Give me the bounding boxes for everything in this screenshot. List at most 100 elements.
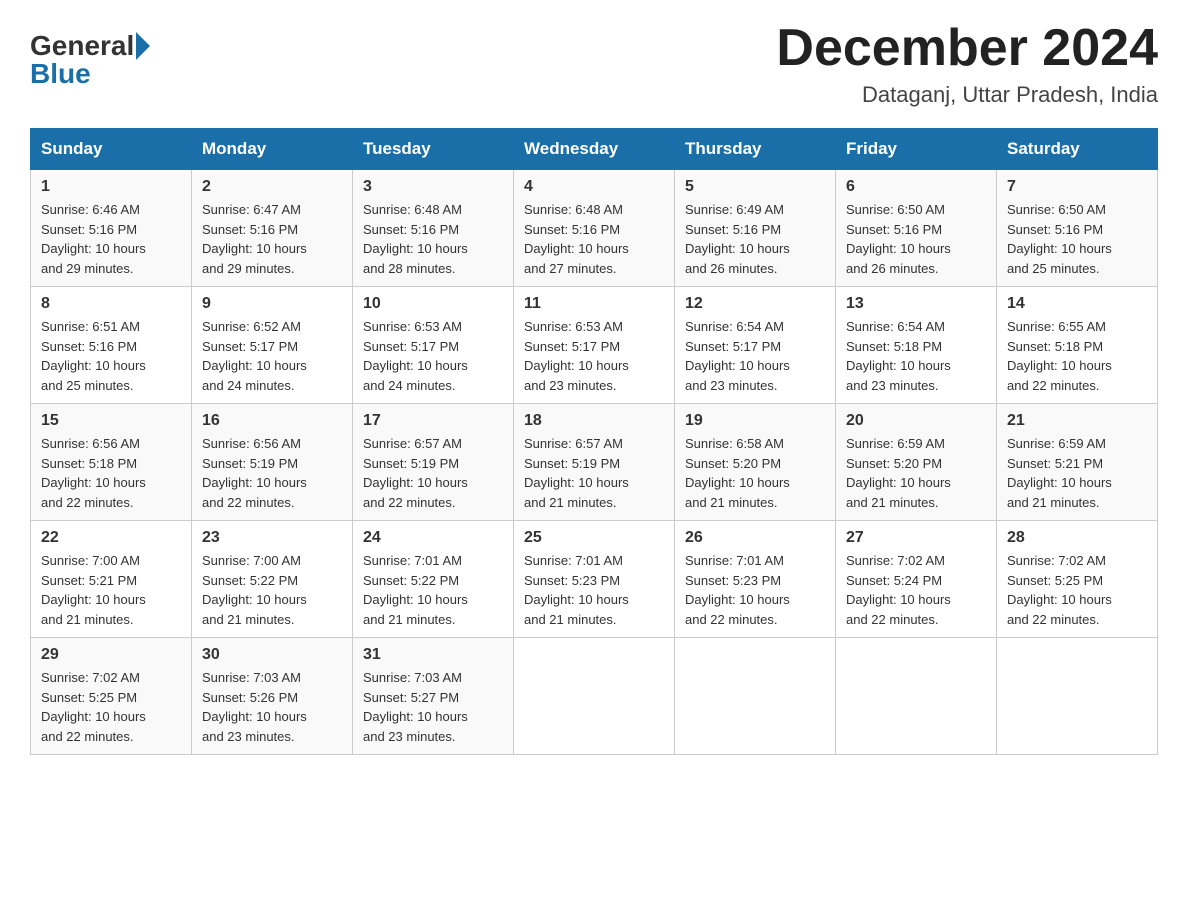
- week-row-2: 8 Sunrise: 6:51 AMSunset: 5:16 PMDaylight…: [31, 287, 1158, 404]
- day-detail: Sunrise: 7:03 AMSunset: 5:26 PMDaylight:…: [202, 668, 342, 746]
- header-tuesday: Tuesday: [353, 129, 514, 170]
- day-detail: Sunrise: 6:55 AMSunset: 5:18 PMDaylight:…: [1007, 317, 1147, 395]
- day-number: 4: [524, 178, 664, 196]
- calendar-cell: 2 Sunrise: 6:47 AMSunset: 5:16 PMDaylight…: [192, 170, 353, 287]
- day-number: 5: [685, 178, 825, 196]
- calendar-cell: 16 Sunrise: 6:56 AMSunset: 5:19 PMDayligh…: [192, 404, 353, 521]
- day-detail: Sunrise: 6:58 AMSunset: 5:20 PMDaylight:…: [685, 434, 825, 512]
- header-row: SundayMondayTuesdayWednesdayThursdayFrid…: [31, 129, 1158, 170]
- day-number: 22: [41, 529, 181, 547]
- calendar-cell: [997, 638, 1158, 755]
- day-number: 16: [202, 412, 342, 430]
- day-number: 15: [41, 412, 181, 430]
- location-title: Dataganj, Uttar Pradesh, India: [776, 82, 1158, 108]
- calendar-cell: 31 Sunrise: 7:03 AMSunset: 5:27 PMDayligh…: [353, 638, 514, 755]
- header-monday: Monday: [192, 129, 353, 170]
- calendar-cell: 21 Sunrise: 6:59 AMSunset: 5:21 PMDayligh…: [997, 404, 1158, 521]
- day-detail: Sunrise: 6:56 AMSunset: 5:19 PMDaylight:…: [202, 434, 342, 512]
- day-detail: Sunrise: 7:02 AMSunset: 5:25 PMDaylight:…: [41, 668, 181, 746]
- day-number: 18: [524, 412, 664, 430]
- day-detail: Sunrise: 7:01 AMSunset: 5:23 PMDaylight:…: [685, 551, 825, 629]
- calendar-cell: 29 Sunrise: 7:02 AMSunset: 5:25 PMDayligh…: [31, 638, 192, 755]
- day-detail: Sunrise: 7:02 AMSunset: 5:24 PMDaylight:…: [846, 551, 986, 629]
- calendar-cell: 28Sunrise: 7:02 AMSunset: 5:25 PMDayligh…: [997, 521, 1158, 638]
- header-saturday: Saturday: [997, 129, 1158, 170]
- day-detail: Sunrise: 6:57 AMSunset: 5:19 PMDaylight:…: [363, 434, 503, 512]
- header-thursday: Thursday: [675, 129, 836, 170]
- month-title: December 2024: [776, 20, 1158, 77]
- calendar-cell: 11 Sunrise: 6:53 AMSunset: 5:17 PMDayligh…: [514, 287, 675, 404]
- day-number: 20: [846, 412, 986, 430]
- header-sunday: Sunday: [31, 129, 192, 170]
- day-number: 9: [202, 295, 342, 313]
- week-row-1: 1 Sunrise: 6:46 AMSunset: 5:16 PMDaylight…: [31, 170, 1158, 287]
- day-number: 28: [1007, 529, 1147, 547]
- header-wednesday: Wednesday: [514, 129, 675, 170]
- calendar-cell: 18Sunrise: 6:57 AMSunset: 5:19 PMDayligh…: [514, 404, 675, 521]
- day-detail: Sunrise: 7:01 AMSunset: 5:23 PMDaylight:…: [524, 551, 664, 629]
- calendar-cell: 6Sunrise: 6:50 AMSunset: 5:16 PMDaylight…: [836, 170, 997, 287]
- day-number: 2: [202, 178, 342, 196]
- day-number: 8: [41, 295, 181, 313]
- day-number: 23: [202, 529, 342, 547]
- calendar-cell: 14 Sunrise: 6:55 AMSunset: 5:18 PMDayligh…: [997, 287, 1158, 404]
- week-row-4: 22Sunrise: 7:00 AMSunset: 5:21 PMDayligh…: [31, 521, 1158, 638]
- day-detail: Sunrise: 6:53 AMSunset: 5:17 PMDaylight:…: [363, 317, 503, 395]
- calendar-cell: 19Sunrise: 6:58 AMSunset: 5:20 PMDayligh…: [675, 404, 836, 521]
- day-detail: Sunrise: 6:47 AMSunset: 5:16 PMDaylight:…: [202, 200, 342, 278]
- day-number: 21: [1007, 412, 1147, 430]
- page-header: General Blue December 2024 Dataganj, Utt…: [30, 20, 1158, 108]
- logo-arrow-icon: [136, 32, 150, 60]
- logo: General Blue: [30, 20, 150, 90]
- calendar-cell: 3Sunrise: 6:48 AMSunset: 5:16 PMDaylight…: [353, 170, 514, 287]
- day-number: 1: [41, 178, 181, 196]
- day-number: 29: [41, 646, 181, 664]
- day-number: 17: [363, 412, 503, 430]
- day-detail: Sunrise: 6:52 AMSunset: 5:17 PMDaylight:…: [202, 317, 342, 395]
- day-number: 24: [363, 529, 503, 547]
- calendar-cell: 8 Sunrise: 6:51 AMSunset: 5:16 PMDaylight…: [31, 287, 192, 404]
- calendar-cell: 12 Sunrise: 6:54 AMSunset: 5:17 PMDayligh…: [675, 287, 836, 404]
- header-friday: Friday: [836, 129, 997, 170]
- calendar-cell: 9 Sunrise: 6:52 AMSunset: 5:17 PMDaylight…: [192, 287, 353, 404]
- day-detail: Sunrise: 7:00 AMSunset: 5:22 PMDaylight:…: [202, 551, 342, 629]
- day-detail: Sunrise: 6:53 AMSunset: 5:17 PMDaylight:…: [524, 317, 664, 395]
- calendar-cell: 30 Sunrise: 7:03 AMSunset: 5:26 PMDayligh…: [192, 638, 353, 755]
- day-number: 13: [846, 295, 986, 313]
- calendar-cell: [514, 638, 675, 755]
- day-number: 12: [685, 295, 825, 313]
- week-row-5: 29 Sunrise: 7:02 AMSunset: 5:25 PMDayligh…: [31, 638, 1158, 755]
- title-area: December 2024 Dataganj, Uttar Pradesh, I…: [776, 20, 1158, 108]
- day-detail: Sunrise: 6:48 AMSunset: 5:16 PMDaylight:…: [524, 200, 664, 278]
- day-detail: Sunrise: 6:56 AMSunset: 5:18 PMDaylight:…: [41, 434, 181, 512]
- calendar-cell: 15 Sunrise: 6:56 AMSunset: 5:18 PMDayligh…: [31, 404, 192, 521]
- day-detail: Sunrise: 7:03 AMSunset: 5:27 PMDaylight:…: [363, 668, 503, 746]
- logo-blue: Blue: [30, 58, 91, 90]
- day-number: 25: [524, 529, 664, 547]
- day-number: 31: [363, 646, 503, 664]
- day-detail: Sunrise: 6:54 AMSunset: 5:17 PMDaylight:…: [685, 317, 825, 395]
- day-detail: Sunrise: 7:01 AMSunset: 5:22 PMDaylight:…: [363, 551, 503, 629]
- calendar-cell: 5 Sunrise: 6:49 AMSunset: 5:16 PMDaylight…: [675, 170, 836, 287]
- calendar-cell: 26Sunrise: 7:01 AMSunset: 5:23 PMDayligh…: [675, 521, 836, 638]
- day-detail: Sunrise: 6:46 AMSunset: 5:16 PMDaylight:…: [41, 200, 181, 278]
- day-number: 11: [524, 295, 664, 313]
- calendar-cell: 10Sunrise: 6:53 AMSunset: 5:17 PMDayligh…: [353, 287, 514, 404]
- calendar-cell: 17 Sunrise: 6:57 AMSunset: 5:19 PMDayligh…: [353, 404, 514, 521]
- day-detail: Sunrise: 6:51 AMSunset: 5:16 PMDaylight:…: [41, 317, 181, 395]
- day-detail: Sunrise: 6:49 AMSunset: 5:16 PMDaylight:…: [685, 200, 825, 278]
- day-number: 27: [846, 529, 986, 547]
- calendar-cell: 4 Sunrise: 6:48 AMSunset: 5:16 PMDaylight…: [514, 170, 675, 287]
- calendar-cell: 23 Sunrise: 7:00 AMSunset: 5:22 PMDayligh…: [192, 521, 353, 638]
- calendar-cell: 20 Sunrise: 6:59 AMSunset: 5:20 PMDayligh…: [836, 404, 997, 521]
- day-number: 6: [846, 178, 986, 196]
- calendar-cell: 7Sunrise: 6:50 AMSunset: 5:16 PMDaylight…: [997, 170, 1158, 287]
- calendar-cell: 1 Sunrise: 6:46 AMSunset: 5:16 PMDaylight…: [31, 170, 192, 287]
- calendar-cell: [836, 638, 997, 755]
- day-detail: Sunrise: 6:59 AMSunset: 5:21 PMDaylight:…: [1007, 434, 1147, 512]
- day-detail: Sunrise: 6:59 AMSunset: 5:20 PMDaylight:…: [846, 434, 986, 512]
- day-number: 3: [363, 178, 503, 196]
- day-number: 30: [202, 646, 342, 664]
- day-detail: Sunrise: 6:54 AMSunset: 5:18 PMDaylight:…: [846, 317, 986, 395]
- day-number: 14: [1007, 295, 1147, 313]
